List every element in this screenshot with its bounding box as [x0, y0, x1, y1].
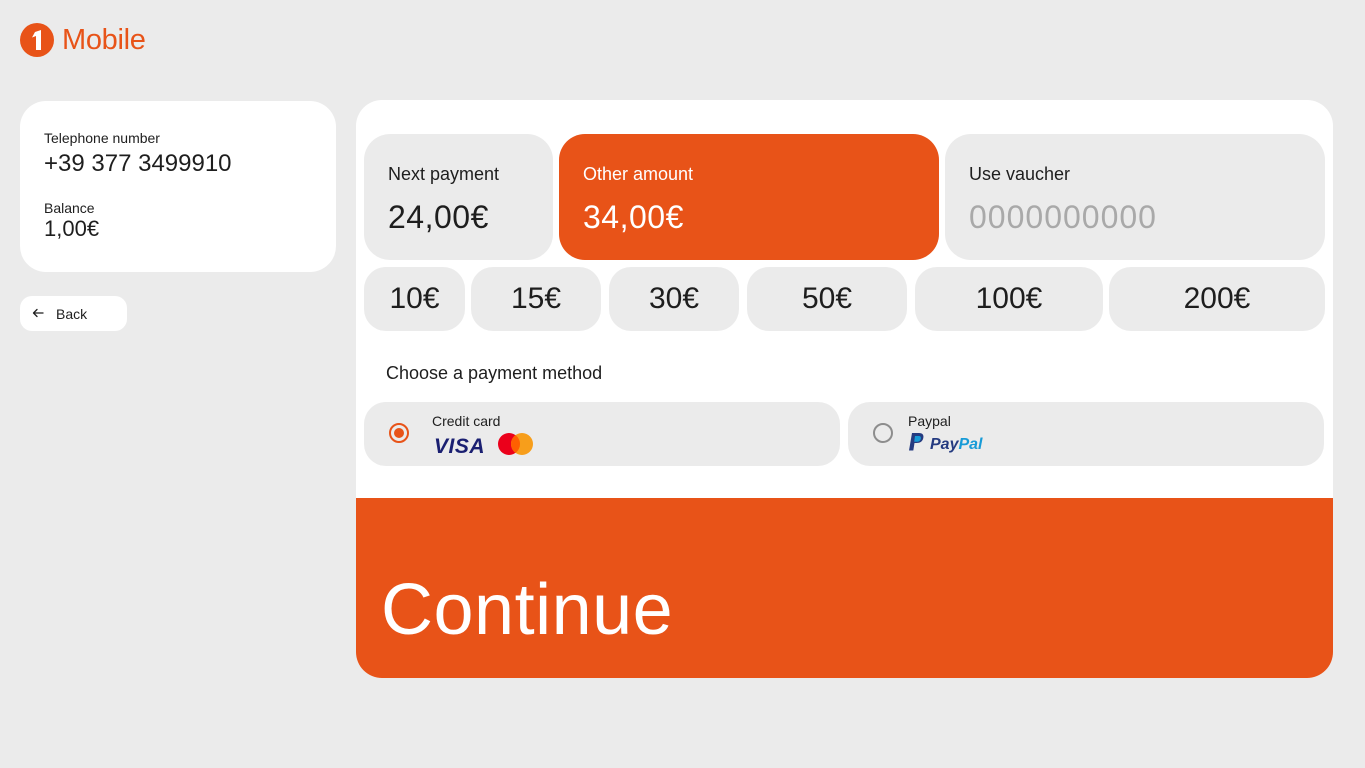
other-amount-label: Other amount: [583, 164, 694, 184]
top-up-panel: Next payment 24,00€ Other amount 34,00€ …: [356, 100, 1333, 678]
paypal-wordmark-pal: Pal: [958, 435, 983, 453]
credit-card-radio[interactable]: [389, 423, 409, 443]
paypal-method[interactable]: Paypal PayPal: [848, 402, 1324, 466]
paypal-logo: PayPal: [908, 432, 982, 457]
visa-logo: VISA: [434, 434, 486, 458]
amount-chip-15[interactable]: 15€: [471, 267, 601, 331]
next-payment-value: 24,00€: [388, 199, 489, 235]
brand-logo[interactable]: Mobile: [20, 22, 146, 58]
amount-chip-10[interactable]: 10€: [364, 267, 465, 331]
mastercard-logo: [497, 432, 534, 461]
continue-button[interactable]: Continue: [356, 498, 1333, 678]
continue-label: Continue: [381, 570, 674, 650]
credit-card-method[interactable]: Credit card VISA: [364, 402, 840, 466]
back-button[interactable]: Back: [20, 296, 127, 331]
other-amount-value: 34,00€: [583, 199, 684, 235]
amount-chip-100[interactable]: 100€: [915, 267, 1103, 331]
paypal-radio[interactable]: [873, 423, 893, 443]
payment-method-title: Choose a payment method: [386, 363, 603, 383]
voucher-option[interactable]: Use vaucher: [945, 134, 1325, 260]
next-payment-label: Next payment: [388, 164, 500, 184]
other-amount-option[interactable]: Other amount 34,00€: [559, 134, 939, 260]
voucher-input[interactable]: [969, 198, 1299, 236]
brand-mark-icon: [20, 23, 54, 57]
paypal-mark-icon: [908, 432, 925, 457]
credit-card-label: Credit card: [432, 413, 501, 429]
amount-chip-50[interactable]: 50€: [747, 267, 907, 331]
paypal-wordmark-pay: Pay: [930, 435, 959, 453]
account-card: Telephone number +39 377 3499910 Balance…: [20, 101, 336, 272]
phone-label: Telephone number: [44, 130, 160, 146]
back-label: Back: [56, 305, 88, 322]
balance-value: 1,00€: [44, 216, 100, 241]
voucher-label: Use vaucher: [969, 164, 1071, 184]
brand-name: Mobile: [62, 23, 146, 56]
next-payment-option[interactable]: Next payment 24,00€: [364, 134, 553, 260]
phone-value: +39 377 3499910: [44, 150, 232, 177]
amount-chip-30[interactable]: 30€: [609, 267, 739, 331]
balance-label: Balance: [44, 200, 95, 216]
paypal-label: Paypal: [908, 413, 951, 429]
arrow-left-icon: [32, 307, 46, 320]
amount-chip-200[interactable]: 200€: [1109, 267, 1325, 331]
